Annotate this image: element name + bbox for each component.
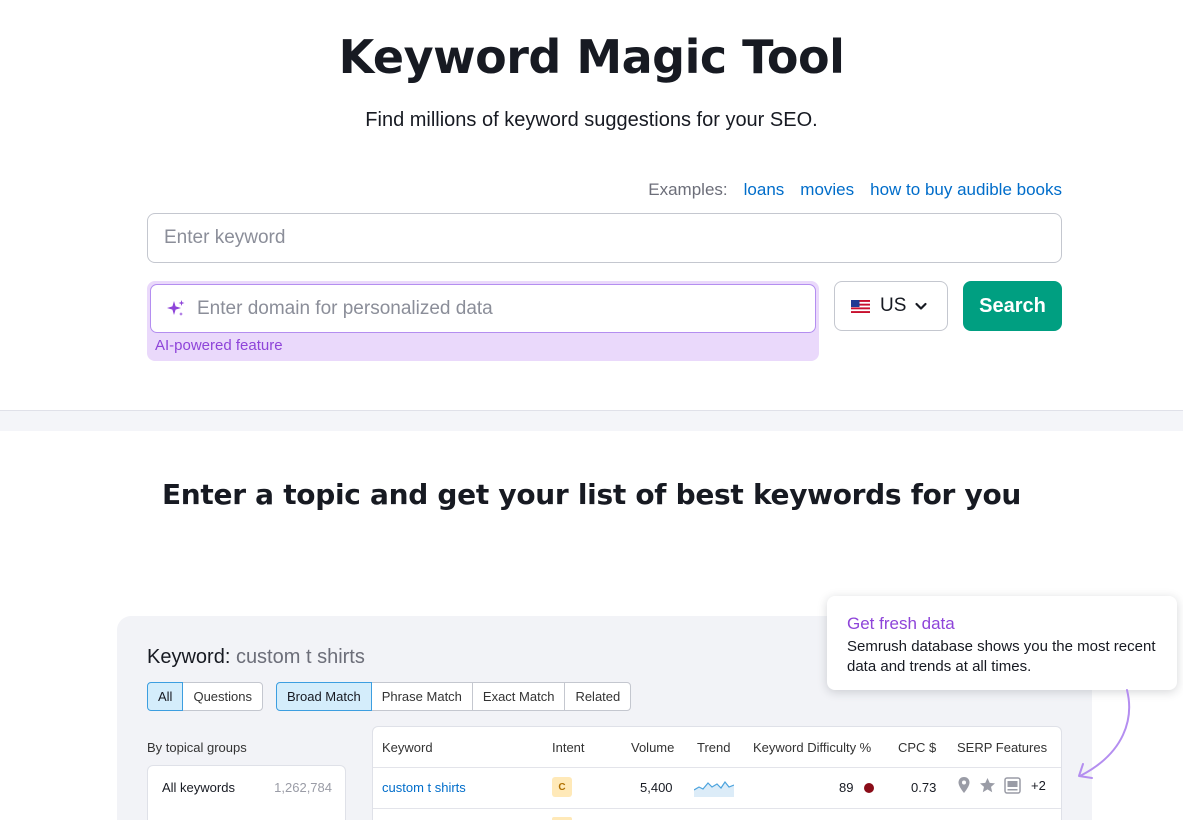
keyword-heading-label: Keyword:	[147, 646, 231, 668]
section-title: Enter a topic and get your list of best …	[161, 478, 1022, 511]
tab-all[interactable]: All	[147, 682, 184, 711]
column-header-serp[interactable]: SERP Features	[957, 740, 1047, 755]
search-button[interactable]: Search	[963, 281, 1062, 331]
database-select[interactable]: US	[834, 281, 948, 331]
column-header-intent[interactable]: Intent	[552, 740, 585, 755]
serp-more-count[interactable]: +2	[1031, 778, 1046, 793]
tab-exact-match[interactable]: Exact Match	[471, 682, 566, 711]
tooltip-text: Semrush database shows you the most rece…	[847, 638, 1156, 675]
column-header-keyword[interactable]: Keyword	[382, 740, 433, 755]
example-link-loans[interactable]: loans	[744, 180, 785, 200]
domain-input[interactable]	[197, 297, 797, 320]
database-value: US	[880, 295, 907, 316]
row-cpc: 0.73	[911, 780, 937, 795]
us-flag-icon	[851, 299, 870, 313]
serp-features-cell: +2	[957, 776, 1046, 794]
tooltip-title: Get fresh data	[847, 614, 955, 633]
section-divider	[0, 410, 1183, 431]
row-volume: 5,400	[640, 780, 673, 795]
match-type-tabs: Broad Match Phrase Match Exact Match Rel…	[276, 682, 632, 711]
examples-label: Examples:	[648, 180, 728, 199]
row-kd-value: 89	[839, 780, 854, 795]
sparkle-icon	[165, 298, 187, 320]
domain-field-wrapper	[150, 284, 816, 333]
page-title: Keyword Magic Tool	[338, 30, 845, 84]
ai-feature-label: AI-powered feature	[155, 337, 283, 354]
page-subtitle: Find millions of keyword suggestions for…	[365, 109, 818, 131]
row-divider	[373, 808, 1061, 809]
tab-broad-match[interactable]: Broad Match	[276, 682, 372, 711]
location-pin-icon	[958, 777, 970, 793]
kd-level-dot	[864, 783, 874, 793]
example-link-audible[interactable]: how to buy audible books	[870, 180, 1062, 200]
groups-card: All keywords 1,262,784	[147, 765, 346, 820]
intent-badge: C	[552, 777, 572, 797]
groups-label: By topical groups	[147, 740, 247, 755]
question-filter-tabs: All Questions	[147, 682, 263, 711]
group-count: 1,262,784	[274, 780, 332, 795]
ai-domain-box: AI-powered feature	[147, 281, 819, 361]
curved-arrow-icon	[1078, 689, 1131, 779]
keyword-heading: Keyword: custom t shirts	[147, 646, 365, 669]
examples-row: Examples: loans movies how to buy audibl…	[648, 180, 1062, 200]
keyword-heading-value: custom t shirts	[235, 646, 365, 668]
column-header-cpc[interactable]: CPC $	[898, 740, 936, 755]
row-keyword-link[interactable]: custom t shirts	[382, 780, 466, 795]
hero-section: Keyword Magic Tool Find millions of keyw…	[0, 0, 1183, 411]
ad-icon	[1004, 776, 1021, 794]
tab-questions[interactable]: Questions	[182, 682, 263, 711]
column-header-volume[interactable]: Volume	[631, 740, 674, 755]
column-header-kd[interactable]: Keyword Difficulty %	[753, 740, 871, 755]
header-divider	[373, 767, 1061, 768]
star-icon	[980, 777, 995, 792]
tab-phrase-match[interactable]: Phrase Match	[370, 682, 473, 711]
chevron-down-icon	[915, 302, 928, 310]
keyword-table: Keyword Intent Volume Trend Keyword Diff…	[372, 726, 1062, 820]
trend-sparkline-icon	[694, 780, 734, 797]
keyword-input[interactable]	[147, 213, 1062, 263]
group-name: All keywords	[162, 780, 235, 795]
example-link-movies[interactable]: movies	[800, 180, 854, 200]
tab-related[interactable]: Related	[564, 682, 632, 711]
fresh-data-tooltip: Get fresh data Semrush database shows yo…	[827, 596, 1177, 690]
group-item[interactable]: All keywords 1,262,784	[162, 780, 332, 795]
column-header-trend[interactable]: Trend	[697, 740, 730, 755]
